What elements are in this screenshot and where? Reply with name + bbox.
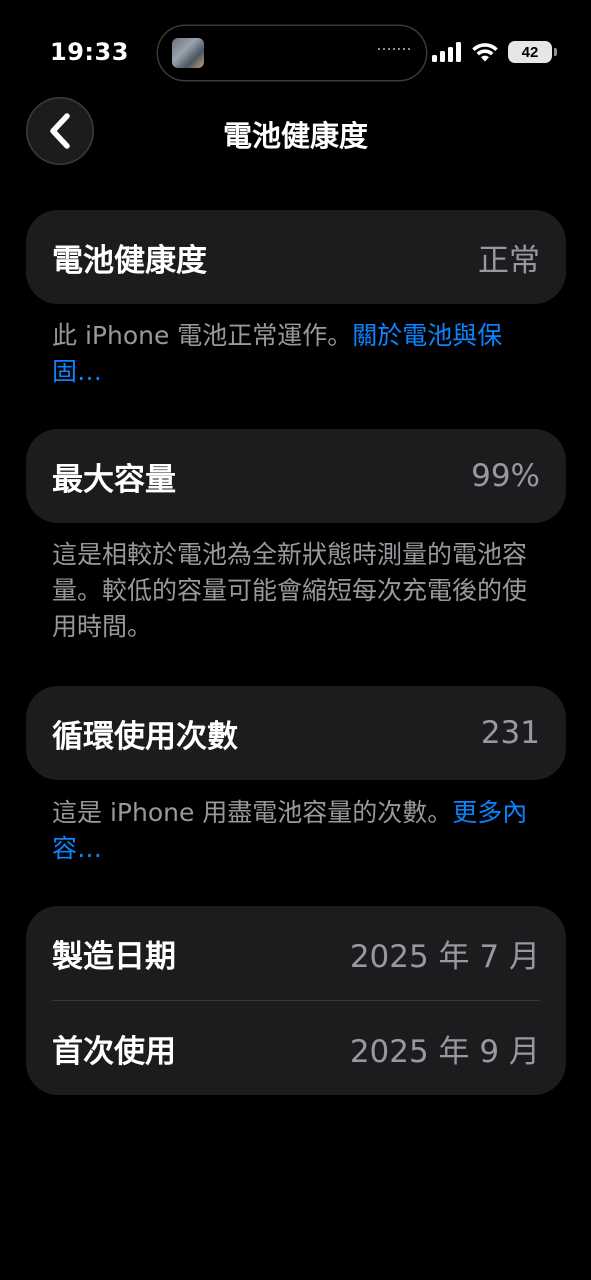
maximum-capacity-row: 最大容量 99% <box>26 429 566 523</box>
first-use-label: 首次使用 <box>52 1033 176 1070</box>
first-use-row: 首次使用 2025 年 9 月 <box>26 1001 566 1095</box>
manufacture-date-row: 製造日期 2025 年 7 月 <box>26 906 566 1000</box>
maximum-capacity-card: 最大容量 99% <box>26 429 566 523</box>
battery-icon: 42 <box>508 41 557 63</box>
cycle-count-card: 循環使用次數 231 <box>26 686 566 780</box>
battery-health-value: 正常 <box>478 242 540 279</box>
cycle-count-row: 循環使用次數 231 <box>26 686 566 780</box>
first-use-value: 2025 年 9 月 <box>349 1033 540 1070</box>
battery-health-row: 電池健康度 正常 <box>26 210 566 304</box>
status-icons: 42 <box>432 40 557 64</box>
manufacture-date-value: 2025 年 7 月 <box>349 938 540 975</box>
cycle-count-value: 231 <box>480 715 540 751</box>
cycle-count-footnote: 這是 iPhone 用盡電池容量的次數。更多內容… <box>52 795 532 867</box>
cellular-signal-icon <box>432 42 461 62</box>
manufacture-date-label: 製造日期 <box>52 938 176 975</box>
cycle-count-description: 這是 iPhone 用盡電池容量的次數。 <box>52 798 453 827</box>
battery-health-label: 電池健康度 <box>52 242 207 279</box>
maximum-capacity-value: 99% <box>471 458 540 494</box>
dates-card: 製造日期 2025 年 7 月 首次使用 2025 年 9 月 <box>26 906 566 1095</box>
battery-health-description: 此 iPhone 電池正常運作。 <box>52 321 353 350</box>
dynamic-island[interactable] <box>158 26 426 80</box>
maximum-capacity-footnote: 這是相較於電池為全新狀態時測量的電池容量。較低的容量可能會縮短每次充電後的使用時… <box>52 540 528 641</box>
page-title: 電池健康度 <box>222 119 368 153</box>
cycle-count-label: 循環使用次數 <box>52 718 238 755</box>
wifi-icon <box>472 43 498 62</box>
live-activity-waveform-icon <box>378 48 410 50</box>
live-activity-thumbnail <box>172 38 204 68</box>
maximum-capacity-label: 最大容量 <box>52 461 176 498</box>
battery-level: 42 <box>508 41 552 63</box>
status-time: 19:33 <box>50 38 129 66</box>
battery-health-card: 電池健康度 正常 <box>26 210 566 304</box>
battery-health-footnote: 此 iPhone 電池正常運作。關於電池與保固… <box>52 318 532 390</box>
